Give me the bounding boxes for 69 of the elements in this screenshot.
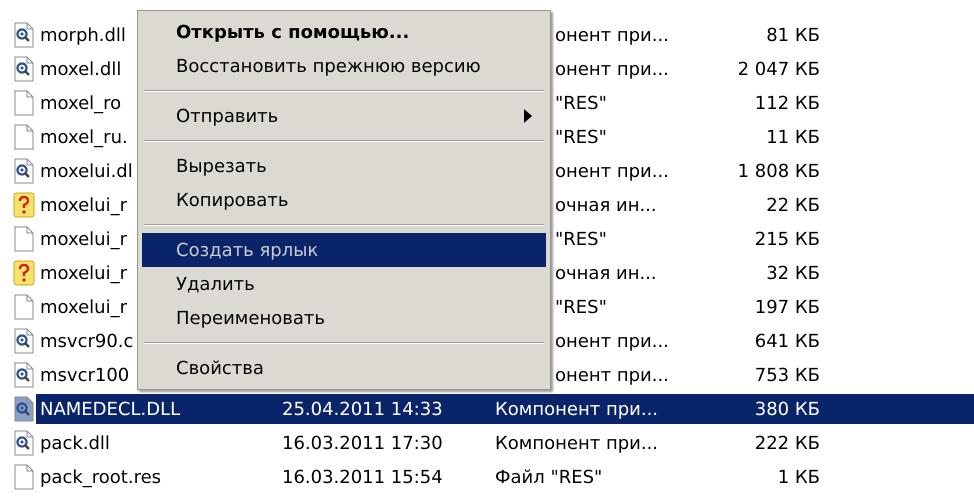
file-size: 32 КБ	[766, 262, 820, 286]
blank-file-icon	[12, 90, 36, 116]
file-size: 112 КБ	[754, 92, 820, 116]
file-size: 641 КБ	[754, 330, 820, 354]
gear-file-icon	[12, 328, 36, 354]
file-type: Компонент при...	[495, 432, 658, 456]
file-size: 197 КБ	[754, 296, 820, 320]
file-name[interactable]: moxelui_r	[40, 192, 127, 218]
menu-item[interactable]: Отправить	[142, 99, 546, 133]
file-type: "RES"	[555, 92, 607, 116]
file-size: 81 КБ	[766, 24, 820, 48]
file-size: 11 КБ	[766, 126, 820, 150]
file-size: 2 047 КБ	[738, 58, 820, 82]
file-name[interactable]: morph.dll	[40, 22, 126, 48]
gear-file-icon	[12, 396, 36, 422]
file-type: Компонент при...	[495, 398, 658, 422]
selected-file-row[interactable]: NAMEDECL.DLL 25.04.2011 14:33 Компонент при... 380 КБ	[36, 394, 974, 424]
gear-file-icon	[12, 56, 36, 82]
file-name[interactable]: pack.dll	[40, 430, 110, 456]
menu-item[interactable]: Копировать	[142, 183, 546, 217]
file-type: онент при...	[555, 160, 669, 184]
help-file-icon	[12, 192, 36, 218]
file-size: 215 КБ	[754, 228, 820, 252]
file-type: Файл "RES"	[495, 466, 602, 490]
file-name[interactable]: moxel_ro	[40, 90, 122, 116]
file-date: 16.03.2011 15:54	[282, 466, 443, 490]
file-type: "RES"	[555, 228, 607, 252]
menu-item[interactable]: Создать ярлык	[142, 233, 546, 267]
file-type: очная ин...	[555, 262, 657, 286]
menu-item[interactable]: Восстановить прежнюю версию	[142, 49, 546, 83]
menu-item[interactable]: Свойства	[142, 351, 546, 385]
menu-item[interactable]: Удалить	[142, 267, 546, 301]
file-name[interactable]: moxel_ru.	[40, 124, 128, 150]
gear-file-icon	[12, 362, 36, 388]
gear-file-icon	[12, 22, 36, 48]
file-name[interactable]: moxelui_r	[40, 294, 127, 320]
gear-file-icon	[12, 430, 36, 456]
file-date: 25.04.2011 14:33	[282, 398, 443, 422]
blank-file-icon	[12, 226, 36, 252]
gear-file-icon	[12, 158, 36, 184]
file-name[interactable]: moxelui.dl	[40, 158, 133, 184]
file-size: 1 808 КБ	[738, 160, 820, 184]
file-name[interactable]: msvcr100	[40, 362, 130, 388]
menu-item[interactable]: Переименовать	[142, 301, 546, 335]
file-type: онент при...	[555, 330, 669, 354]
file-size: 1 КБ	[778, 466, 820, 490]
file-type: "RES"	[555, 126, 607, 150]
menu-item[interactable]: Открыть с помощью...	[142, 15, 546, 49]
file-name[interactable]: moxelui_r	[40, 226, 127, 252]
file-type: "RES"	[555, 296, 607, 320]
blank-file-icon	[12, 124, 36, 150]
file-name[interactable]: moxelui_r	[40, 260, 127, 286]
file-type: онент при...	[555, 364, 669, 388]
help-file-icon	[12, 260, 36, 286]
file-size: 22 КБ	[766, 194, 820, 218]
file-size: 380 КБ	[754, 398, 820, 422]
blank-file-icon	[12, 464, 36, 490]
file-name[interactable]: msvcr90.c	[40, 328, 134, 354]
file-date: 16.03.2011 17:30	[282, 432, 443, 456]
file-size: 222 КБ	[754, 432, 820, 456]
file-type: онент при...	[555, 24, 669, 48]
blank-file-icon	[12, 294, 36, 320]
file-name[interactable]: NAMEDECL.DLL	[40, 396, 180, 422]
menu-item[interactable]: Вырезать	[142, 149, 546, 183]
file-type: очная ин...	[555, 194, 657, 218]
file-name[interactable]: pack_root.res	[40, 464, 162, 490]
file-name[interactable]: moxel.dll	[40, 56, 122, 82]
file-type: онент при...	[555, 58, 669, 82]
file-size: 753 КБ	[754, 364, 820, 388]
